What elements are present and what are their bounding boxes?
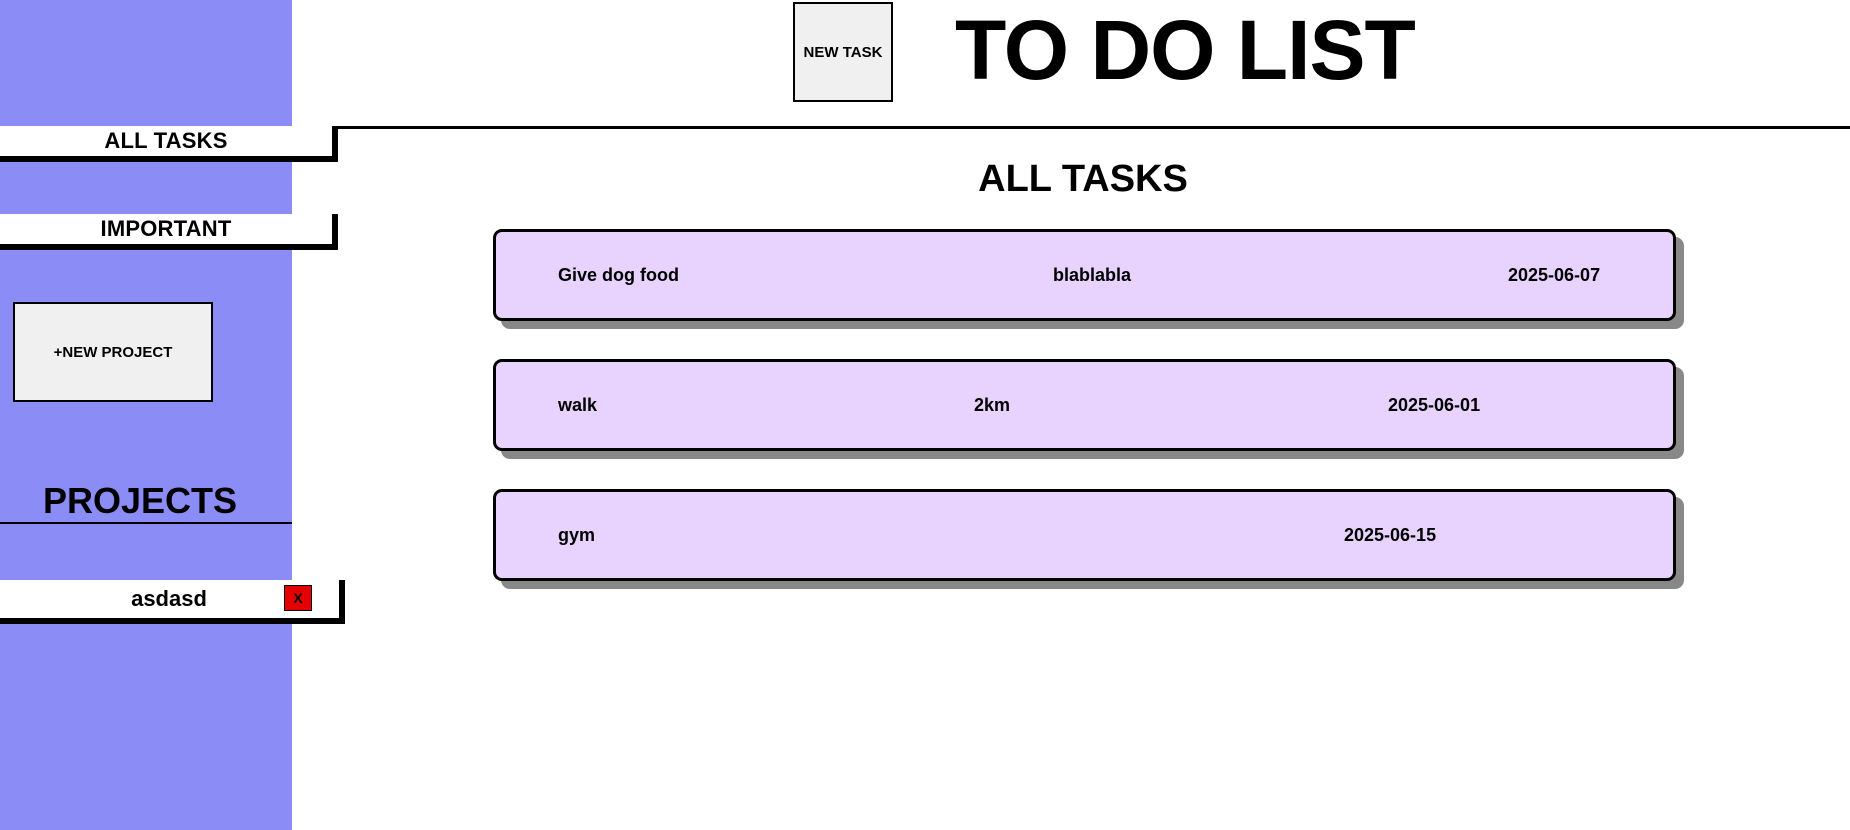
task-description: blablabla (1053, 264, 1132, 285)
header-divider (338, 126, 1850, 129)
task-card[interactable]: gym 2025-06-15 (493, 489, 1676, 581)
task-title: gym (558, 524, 596, 545)
new-task-button[interactable]: NEW TASK (793, 2, 893, 102)
sidebar (0, 0, 292, 830)
app-title: TO DO LIST (955, 3, 1416, 97)
sidebar-item-important[interactable]: IMPORTANT (0, 214, 338, 250)
projects-heading: PROJECTS (0, 478, 292, 524)
task-due-date: 2025-06-15 (1344, 524, 1437, 545)
task-due-date: 2025-06-01 (1388, 394, 1481, 415)
sidebar-item-label: IMPORTANT (100, 216, 232, 241)
delete-project-button[interactable]: X (284, 585, 312, 611)
new-project-button[interactable]: +NEW PROJECT (13, 302, 213, 402)
todo-app: ALL TASKS IMPORTANT +NEW PROJECT PROJECT… (0, 0, 1850, 830)
task-due-date: 2025-06-07 (1508, 264, 1601, 285)
task-description: 2km (974, 394, 1011, 415)
project-item-asdasd[interactable]: asdasd X (0, 580, 345, 624)
task-card[interactable]: walk 2km 2025-06-01 (493, 359, 1676, 451)
sidebar-item-label: ALL TASKS (104, 128, 228, 153)
task-card[interactable]: Give dog food blablabla 2025-06-07 (493, 229, 1676, 321)
task-title: Give dog food (558, 264, 679, 285)
task-title: walk (558, 394, 598, 415)
section-title: ALL TASKS (978, 158, 1188, 200)
sidebar-item-all-tasks[interactable]: ALL TASKS (0, 126, 338, 162)
